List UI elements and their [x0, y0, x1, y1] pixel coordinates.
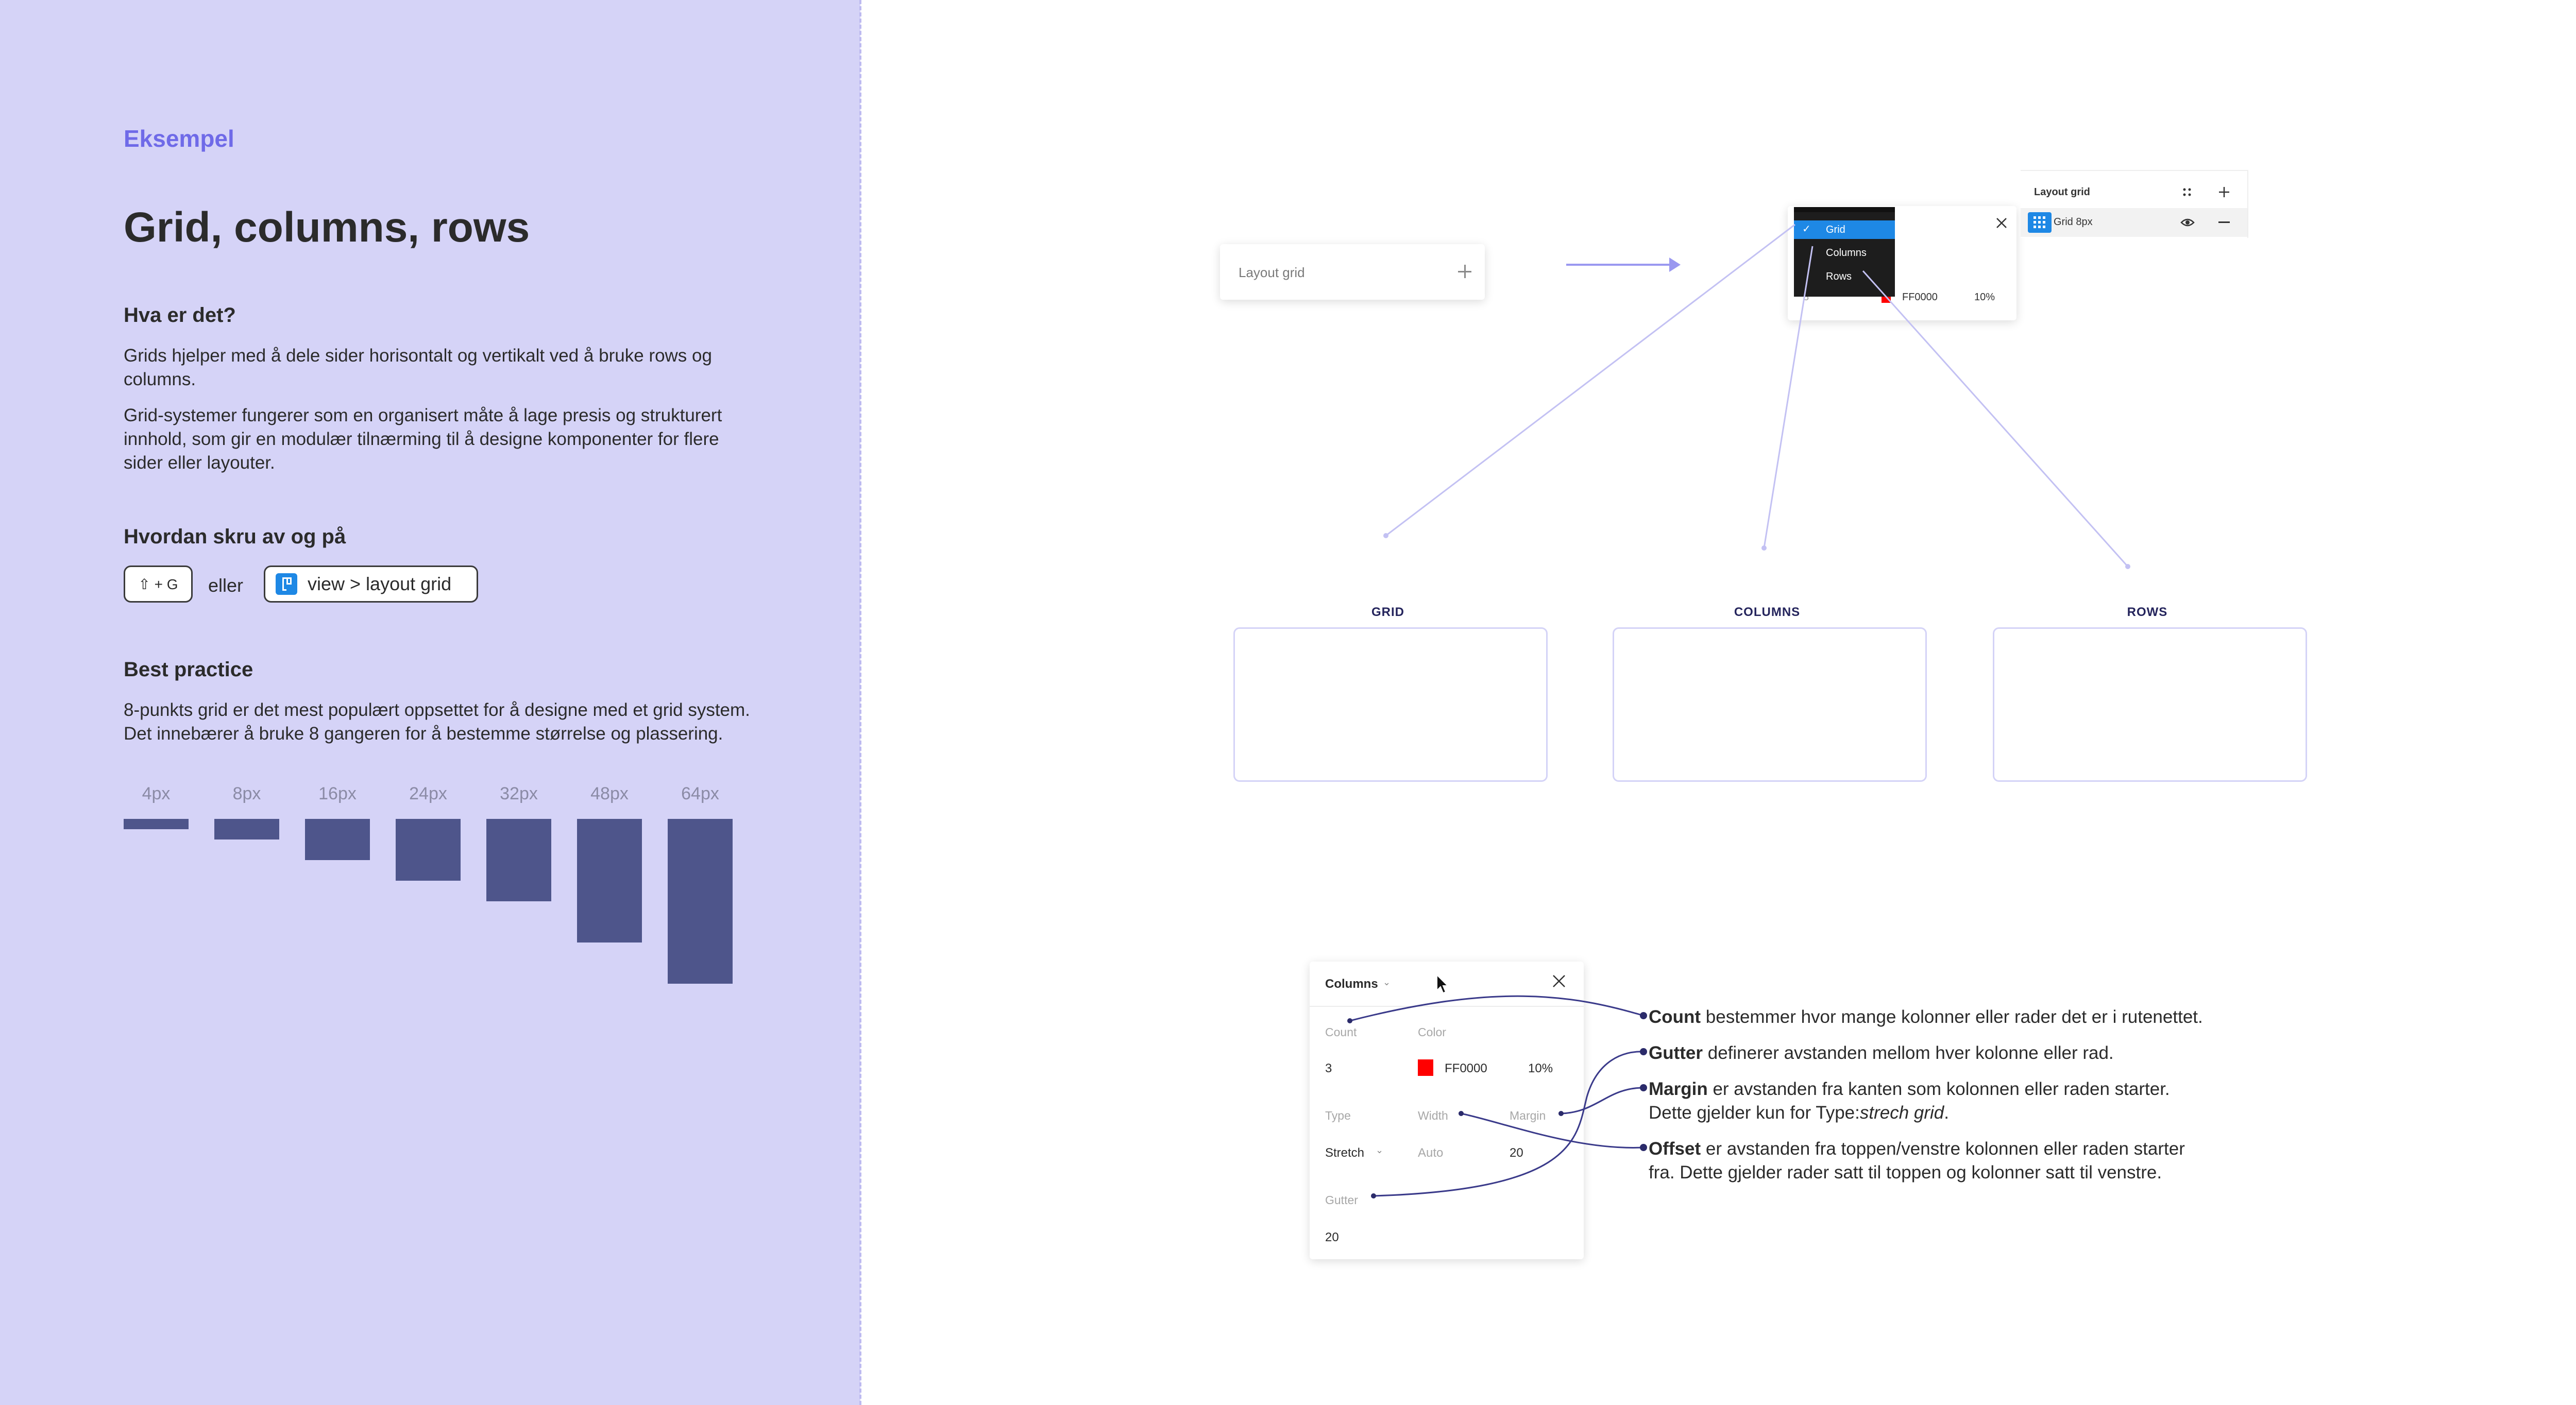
annotation-endpoints: [1347, 1012, 1647, 1198]
annotation-connectors: [1349, 995, 1644, 1197]
connector-lines: [1347, 224, 2130, 1198]
flow-arrow-head: [1669, 258, 1681, 272]
dropdown-connectors: [1385, 224, 2129, 568]
connector-dots: [1383, 533, 2130, 569]
